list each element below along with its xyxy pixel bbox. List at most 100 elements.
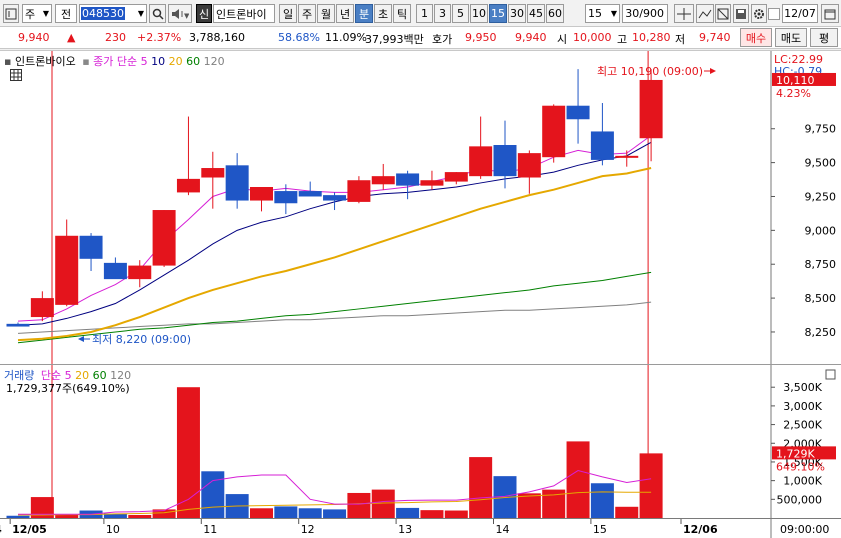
minute-button-7[interactable]: 60 — [546, 4, 564, 23]
volume-bar — [444, 510, 468, 518]
grid-icon[interactable] — [10, 69, 22, 84]
candle-body — [298, 191, 322, 197]
candle-body — [176, 178, 200, 193]
volume-tick-label: 3,500K — [783, 381, 822, 394]
draw-tool-icon[interactable] — [696, 4, 714, 23]
speaker-icon[interactable]: ▼ — [168, 4, 192, 23]
candle-body — [128, 265, 152, 280]
high-label: 고 — [617, 33, 628, 46]
price-chart-panel[interactable]: 8,250 8,500 8,750 9,000 9,250 9,500 9,750 최고 10… — [0, 50, 841, 365]
calendar-icon[interactable] — [821, 4, 839, 23]
interval-value: 15 — [588, 7, 602, 20]
save-icon[interactable] — [733, 4, 749, 23]
count-value: 30/900 — [625, 7, 664, 20]
trade-volume: 3,788,160 — [189, 31, 245, 44]
low-price: 9,740 — [699, 31, 731, 44]
price-change-pct: +2.37% — [137, 31, 182, 44]
candle-body — [103, 262, 127, 280]
gear-icon[interactable] — [751, 4, 767, 23]
average-button[interactable]: 평 — [810, 28, 838, 47]
crosshair-icon[interactable] — [674, 4, 694, 23]
minute-button-3[interactable]: 10 — [470, 4, 488, 23]
time-tick-label: 15 — [593, 523, 607, 536]
quote-bar: 9,940 ▲ 230 +2.37% 3,788,160 58.68% 11.0… — [0, 27, 841, 49]
candle-body — [371, 176, 395, 185]
time-tick-label: 10 — [106, 523, 120, 536]
minute-button-1[interactable]: 3 — [434, 4, 451, 23]
date-input[interactable]: 12/07 — [782, 4, 818, 23]
market-select[interactable]: 주 ▼ — [22, 4, 52, 23]
chevron-down-icon: ▼ — [610, 9, 617, 18]
minute-button-label: 15 — [491, 7, 505, 20]
price-tick-label: 8,750 — [805, 258, 837, 271]
volume-value: 1,729,377주(649.10%) — [6, 382, 130, 395]
stock-code-input[interactable]: 048530 ▼ — [79, 4, 147, 23]
search-icon[interactable] — [149, 4, 166, 23]
open-price: 10,000 — [573, 31, 612, 44]
last-price-tag-text: 10,110 — [776, 74, 815, 87]
volume-bar — [590, 483, 614, 518]
period-button-2[interactable]: 월 — [317, 4, 335, 23]
candle-body — [615, 155, 639, 158]
candle-body — [55, 235, 79, 305]
period-button-5[interactable]: 초 — [374, 4, 392, 23]
volume-value-text: 1,729,377주(649.10%) — [6, 380, 130, 396]
candle-body — [250, 187, 273, 201]
time-tick-label: 12/05 — [12, 523, 47, 536]
candle-body — [396, 173, 420, 186]
sell-button[interactable]: 매도 — [775, 28, 807, 47]
stock-name-field: 인트론바이 — [213, 4, 275, 23]
period-button-0[interactable]: 일 — [279, 4, 297, 23]
candle-body — [323, 195, 347, 201]
time-tick-label: 13 — [398, 523, 412, 536]
chevron-down-icon: ▼ — [137, 9, 144, 18]
new-badge-label: 신 — [198, 7, 210, 21]
minute-button-label: 5 — [457, 7, 464, 20]
period-button-label: 일 — [282, 7, 294, 21]
chart-toolbar: 주 ▼ 전 048530 ▼ ▼ 신 인트론바이 15 ▼ 30/900 12/… — [0, 0, 841, 27]
count-input[interactable]: 30/900 — [622, 4, 668, 23]
price-tick-label: 8,250 — [805, 326, 837, 339]
period-button-1[interactable]: 주 — [298, 4, 316, 23]
period-button-label: 년 — [339, 7, 351, 21]
period-button-6[interactable]: 틱 — [393, 4, 411, 23]
prev-button[interactable]: 전 — [55, 4, 77, 23]
minute-button-label: 1 — [421, 7, 428, 20]
minute-button-label: 60 — [548, 7, 562, 20]
volume-bar — [274, 506, 298, 518]
chart-type-icon[interactable] — [3, 4, 19, 23]
volume-bar — [639, 453, 663, 518]
date-value: 12/07 — [784, 7, 816, 20]
period-button-4[interactable]: 분 — [355, 4, 373, 23]
time-tick-label: 14 — [496, 523, 510, 536]
interval-select[interactable]: 15 ▼ — [585, 4, 620, 23]
minute-button-4[interactable]: 15 — [489, 4, 507, 23]
minute-button-0[interactable]: 1 — [416, 4, 433, 23]
date-checkbox[interactable] — [768, 8, 780, 20]
svg-text:▼: ▼ — [184, 12, 189, 20]
minute-button-6[interactable]: 45 — [527, 4, 545, 23]
image-icon[interactable] — [715, 4, 731, 23]
last-pct-tag: 4.23% — [776, 87, 811, 100]
ma5-label: 5 — [140, 55, 148, 68]
minute-button-2[interactable]: 5 — [452, 4, 469, 23]
volume-bar — [615, 506, 639, 518]
ma60-label: 60 — [186, 55, 201, 68]
time-axis-svg: 12/04 12/05 10 11 12 13 14 15 12/06 09:00:00 — [0, 519, 829, 538]
ma120-line — [17, 301, 652, 334]
minute-button-label: 30 — [510, 7, 524, 20]
candle-body — [566, 105, 590, 120]
minute-button-5[interactable]: 30 — [508, 4, 526, 23]
volume-tick-label: 3,000K — [783, 400, 822, 413]
bid-price: 9,940 — [515, 31, 547, 44]
candle-body — [590, 131, 614, 160]
candle-body — [420, 180, 444, 186]
volume-chart-panel[interactable]: 500,000 1,000K 1,500K 2,000K 2,500K 3,000K 3,5… — [0, 364, 841, 520]
buy-button[interactable]: 매수 — [740, 28, 772, 47]
period-button-3[interactable]: 년 — [336, 4, 354, 23]
volume-tick-label: 1,000K — [783, 475, 822, 488]
period-button-label: 초 — [377, 7, 389, 21]
minute-button-label: 3 — [439, 7, 446, 20]
candle-body — [79, 235, 103, 259]
average-label: 평 — [818, 31, 830, 45]
